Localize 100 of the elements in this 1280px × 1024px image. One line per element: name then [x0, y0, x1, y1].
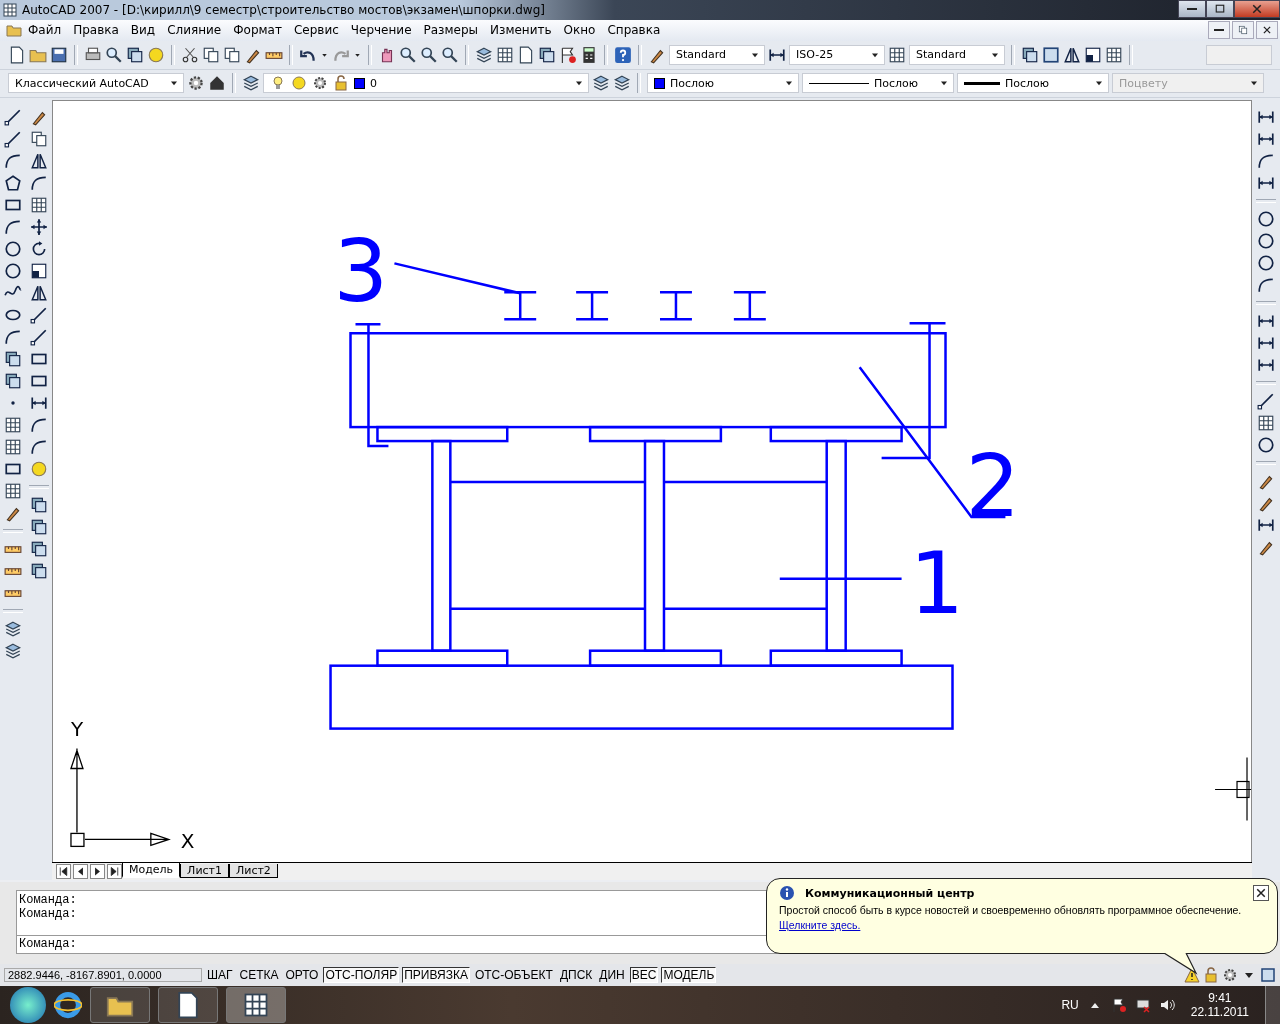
draw-order-icon[interactable] — [30, 518, 48, 536]
center-mark-icon[interactable] — [1257, 436, 1275, 454]
continue-icon[interactable] — [1257, 356, 1275, 374]
arc-icon[interactable] — [4, 218, 22, 236]
baseline-icon[interactable] — [1257, 334, 1275, 352]
gradient-icon[interactable] — [4, 438, 22, 456]
language-indicator[interactable]: RU — [1061, 998, 1079, 1012]
polygon-icon[interactable] — [4, 174, 22, 192]
maximize-button[interactable] — [1206, 0, 1234, 18]
status-toggle-button[interactable]: ВЕС — [629, 967, 659, 984]
minimize-button[interactable] — [1208, 21, 1230, 40]
gear-icon[interactable] — [187, 74, 205, 93]
table-icon[interactable] — [4, 482, 22, 500]
chamfer-icon[interactable] — [30, 416, 48, 434]
mirror-icon[interactable] — [30, 152, 48, 170]
workspace-dropdown[interactable]: Классический AutoCAD — [8, 73, 184, 94]
start-button[interactable] — [10, 987, 46, 1023]
status-toggle-button[interactable]: ДПСК — [557, 967, 595, 984]
help-icon[interactable] — [614, 45, 632, 64]
move-icon[interactable] — [30, 218, 48, 236]
folder-icon[interactable] — [6, 22, 22, 39]
make-block-icon[interactable] — [4, 372, 22, 390]
viewport-icon[interactable] — [1042, 45, 1060, 64]
viewport-icon[interactable] — [1105, 45, 1123, 64]
layer-properties-icon[interactable] — [242, 74, 260, 93]
drawing-canvas[interactable]: 3 2 1 Y X — [52, 100, 1252, 862]
menu-item[interactable]: Сервис — [287, 23, 345, 38]
tolerance-icon[interactable] — [1257, 414, 1275, 432]
extend-icon[interactable] — [30, 328, 48, 346]
menu-item[interactable]: Справка — [601, 23, 667, 38]
menu-item[interactable]: Формат — [227, 23, 288, 38]
clock-date[interactable]: 22.11.2011 — [1190, 1005, 1249, 1019]
rotate-icon[interactable] — [30, 240, 48, 258]
quick-dimension-icon[interactable] — [1257, 312, 1275, 330]
speaker-icon[interactable] — [1158, 997, 1175, 1013]
draw-order-icon[interactable] — [30, 496, 48, 514]
layout-tab[interactable]: Лист2 — [229, 864, 278, 879]
viewport-icon[interactable] — [1084, 45, 1102, 64]
previous-tab-button[interactable] — [73, 864, 88, 879]
linear-dimension-icon[interactable] — [1257, 108, 1275, 126]
tool-palette-icon[interactable] — [538, 45, 556, 64]
array-icon[interactable] — [30, 196, 48, 214]
status-toggle-button[interactable]: ПРИВЯЗКА — [402, 967, 470, 984]
flag-icon[interactable] — [1110, 997, 1127, 1013]
lock-icon[interactable] — [1203, 967, 1219, 984]
join-icon[interactable] — [30, 394, 48, 412]
leader-icon[interactable] — [1257, 392, 1275, 410]
linetype-dropdown[interactable]: Послою — [802, 73, 954, 94]
menu-item[interactable]: Вид — [124, 23, 162, 38]
scissors-icon[interactable] — [181, 45, 199, 64]
menu-item[interactable]: Окно — [557, 23, 602, 38]
clean-screen-icon[interactable] — [1260, 967, 1276, 984]
menu-item[interactable]: Размеры — [417, 23, 485, 38]
layer-previous-icon[interactable] — [613, 74, 631, 93]
layer-icon[interactable] — [592, 74, 610, 93]
arc-length-icon[interactable] — [1257, 152, 1275, 170]
jogged-icon[interactable] — [1257, 232, 1275, 250]
construction-line-icon[interactable] — [4, 130, 22, 148]
trim-icon[interactable] — [30, 306, 48, 324]
balloon-link[interactable]: Щелкните здесь. — [779, 919, 861, 931]
new-file-icon[interactable] — [8, 45, 26, 64]
copy-object-icon[interactable] — [30, 130, 48, 148]
design-center-icon[interactable] — [496, 45, 514, 64]
save-icon[interactable] — [50, 45, 68, 64]
autocad-taskbar-button[interactable] — [226, 987, 286, 1023]
close-button[interactable] — [1256, 21, 1278, 40]
house-icon[interactable] — [208, 74, 226, 93]
table-style-icon[interactable] — [888, 45, 906, 64]
scale-icon[interactable] — [30, 262, 48, 280]
text-style-dropdown[interactable]: Standard — [669, 44, 765, 65]
angular-icon[interactable] — [1257, 276, 1275, 294]
tray-settings-icon[interactable] — [1222, 967, 1238, 984]
calculator-icon[interactable] — [580, 45, 598, 64]
lineweight-dropdown[interactable]: Послою — [957, 73, 1109, 94]
menu-item[interactable]: Правка — [67, 23, 125, 38]
status-toggle-button[interactable]: ДИН — [597, 967, 627, 984]
copy-icon[interactable] — [202, 45, 220, 64]
line-icon[interactable] — [4, 108, 22, 126]
layout-tab[interactable]: Модель — [122, 863, 181, 878]
dimension-style-dropdown[interactable]: ISO-25 — [789, 44, 885, 65]
hatch-icon[interactable] — [4, 416, 22, 434]
status-toggle-button[interactable]: МОДЕЛЬ — [661, 967, 717, 984]
draw-order-icon[interactable] — [30, 540, 48, 558]
zoom-icon[interactable] — [399, 45, 417, 64]
offset-icon[interactable] — [30, 174, 48, 192]
menu-item[interactable]: Изменить — [484, 23, 558, 38]
layer-dropdown[interactable]: 0 — [263, 73, 589, 94]
menu-item[interactable]: Черчение — [344, 23, 418, 38]
color-dropdown[interactable]: Послою — [647, 73, 799, 94]
properties-icon[interactable] — [475, 45, 493, 64]
markup-icon[interactable] — [559, 45, 577, 64]
first-tab-button[interactable] — [56, 864, 71, 879]
explorer-taskbar-button[interactable] — [90, 987, 150, 1023]
layer-icon[interactable] — [4, 620, 22, 638]
circle-icon[interactable] — [4, 240, 22, 258]
fillet-icon[interactable] — [30, 438, 48, 456]
warning-icon[interactable] — [1184, 967, 1200, 984]
word-taskbar-button[interactable] — [158, 987, 218, 1023]
clock-time[interactable]: 9:41 — [1208, 991, 1232, 1005]
zoom-previous-icon[interactable] — [441, 45, 459, 64]
